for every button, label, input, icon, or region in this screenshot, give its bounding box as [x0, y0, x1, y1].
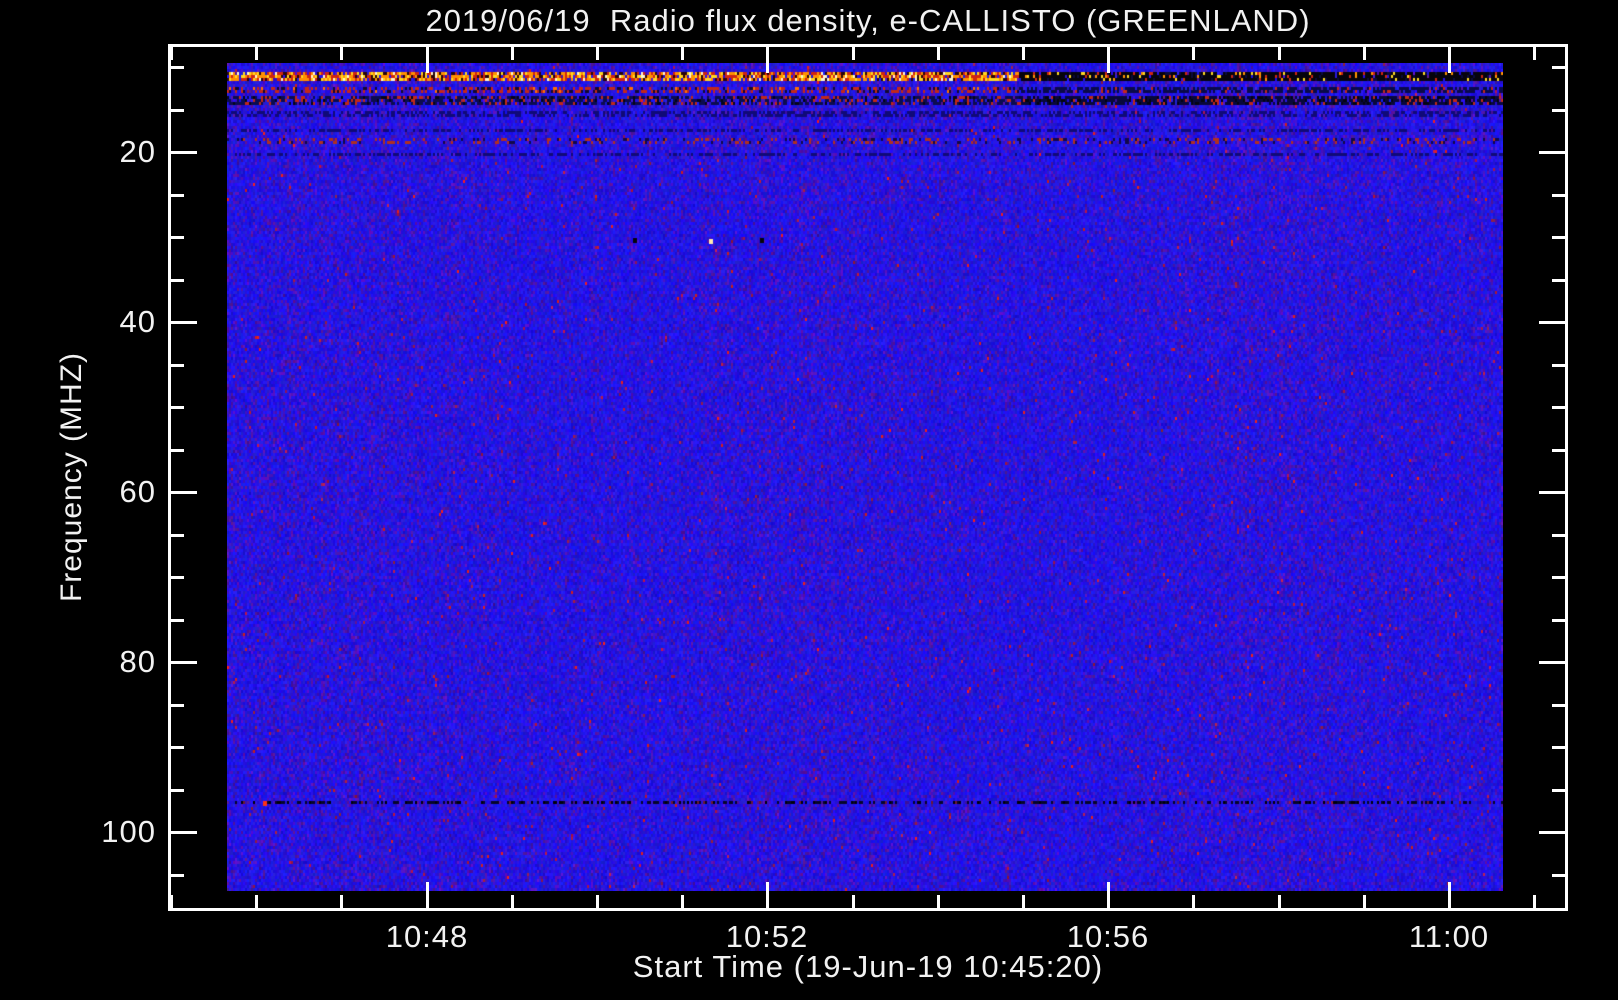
y-axis-tick-right [1552, 109, 1565, 112]
x-axis-tick-bottom [937, 895, 940, 908]
y-axis-tick-right [1552, 279, 1565, 282]
x-axis-tick-top [1192, 47, 1195, 60]
x-axis-tick-bottom [255, 895, 258, 908]
y-axis-tick-left [171, 576, 184, 579]
y-axis-tick-left [171, 236, 184, 239]
x-axis-tick-top [1363, 47, 1366, 60]
y-axis-tick-left [171, 364, 184, 367]
y-axis-tick-left [171, 831, 197, 834]
x-axis-tick-label: 11:00 [1408, 919, 1490, 954]
y-axis-tick-label: 100 [101, 814, 156, 849]
y-axis-tick-left [171, 789, 184, 792]
y-axis-tick-left [171, 449, 184, 452]
x-axis-tick-top [426, 47, 429, 73]
x-axis-tick-bottom [681, 895, 684, 908]
y-axis-tick-right [1552, 364, 1565, 367]
x-axis-tick-top [1022, 47, 1025, 60]
y-axis-tick-left [171, 491, 197, 494]
y-axis-tick-left [171, 874, 184, 877]
x-axis-tick-top [255, 47, 258, 60]
x-axis-tick-label: 10:52 [725, 919, 809, 954]
x-axis-tick-top [766, 47, 769, 73]
x-axis-tick-bottom [1192, 895, 1195, 908]
x-axis-tick-bottom [766, 882, 769, 908]
y-axis-tick-right [1539, 321, 1565, 324]
x-axis-tick-bottom [852, 895, 855, 908]
y-axis-tick-left [171, 534, 184, 537]
x-axis-tick-label: 10:48 [385, 919, 469, 954]
x-axis-tick-bottom [511, 895, 514, 908]
y-axis-tick-right [1552, 746, 1565, 749]
y-axis-tick-right [1552, 534, 1565, 537]
x-axis-tick-bottom [596, 895, 599, 908]
y-axis-tick-right [1552, 704, 1565, 707]
y-axis-tick-right [1539, 831, 1565, 834]
x-axis-tick-top [511, 47, 514, 60]
x-axis-tick-top [1278, 47, 1281, 60]
x-axis-tick-top [340, 47, 343, 60]
x-axis-tick-top [596, 47, 599, 60]
chart-title: 2019/06/19 Radio flux density, e-CALLIST… [425, 3, 1311, 38]
x-axis-tick-bottom [1278, 895, 1281, 908]
y-axis-tick-right [1552, 406, 1565, 409]
x-axis-tick-bottom [1448, 882, 1451, 908]
x-axis-tick-top [1448, 47, 1451, 73]
y-axis-tick-left [171, 746, 184, 749]
x-axis-tick-bottom [1022, 895, 1025, 908]
y-axis-tick-label: 80 [119, 644, 156, 679]
x-axis-tick-bottom [340, 895, 343, 908]
x-axis-tick-bottom [426, 882, 429, 908]
y-axis-tick-right [1539, 151, 1565, 154]
y-axis-tick-left [171, 279, 184, 282]
y-axis-tick-right [1552, 789, 1565, 792]
x-axis-tick-top [170, 47, 173, 60]
x-axis-tick-bottom [1533, 895, 1536, 908]
y-axis-tick-right [1539, 491, 1565, 494]
x-axis-tick-bottom [1107, 882, 1110, 908]
x-axis-tick-top [852, 47, 855, 60]
y-axis-tick-right [1552, 874, 1565, 877]
y-axis-tick-left [171, 619, 184, 622]
y-axis-tick-left [171, 321, 197, 324]
y-axis-tick-label: 20 [119, 134, 156, 169]
y-axis-tick-left [171, 66, 184, 69]
x-axis-tick-top [1107, 47, 1110, 73]
y-axis-tick-label: 40 [119, 304, 156, 339]
x-axis-tick-top [937, 47, 940, 60]
y-axis-tick-left [171, 194, 184, 197]
y-axis-tick-left [171, 406, 184, 409]
y-axis-tick-label: 60 [119, 474, 156, 509]
y-axis-tick-left [171, 661, 197, 664]
x-axis-tick-top [681, 47, 684, 60]
y-axis-tick-right [1552, 619, 1565, 622]
x-axis-tick-label: 10:56 [1066, 919, 1150, 954]
y-axis-tick-left [171, 704, 184, 707]
x-axis-tick-top [1533, 47, 1536, 60]
y-axis-tick-right [1552, 194, 1565, 197]
y-axis-tick-right [1552, 576, 1565, 579]
y-axis-tick-right [1539, 661, 1565, 664]
x-axis-tick-bottom [170, 895, 173, 908]
y-axis-tick-left [171, 151, 197, 154]
y-axis-tick-right [1552, 236, 1565, 239]
y-axis-tick-left [171, 109, 184, 112]
y-axis-tick-right [1552, 449, 1565, 452]
spectrogram-plot-area [227, 63, 1503, 891]
x-axis-tick-bottom [1363, 895, 1366, 908]
y-axis-tick-right [1552, 66, 1565, 69]
spectrogram-screen: 2019/06/19 Radio flux density, e-CALLIST… [0, 0, 1618, 1000]
